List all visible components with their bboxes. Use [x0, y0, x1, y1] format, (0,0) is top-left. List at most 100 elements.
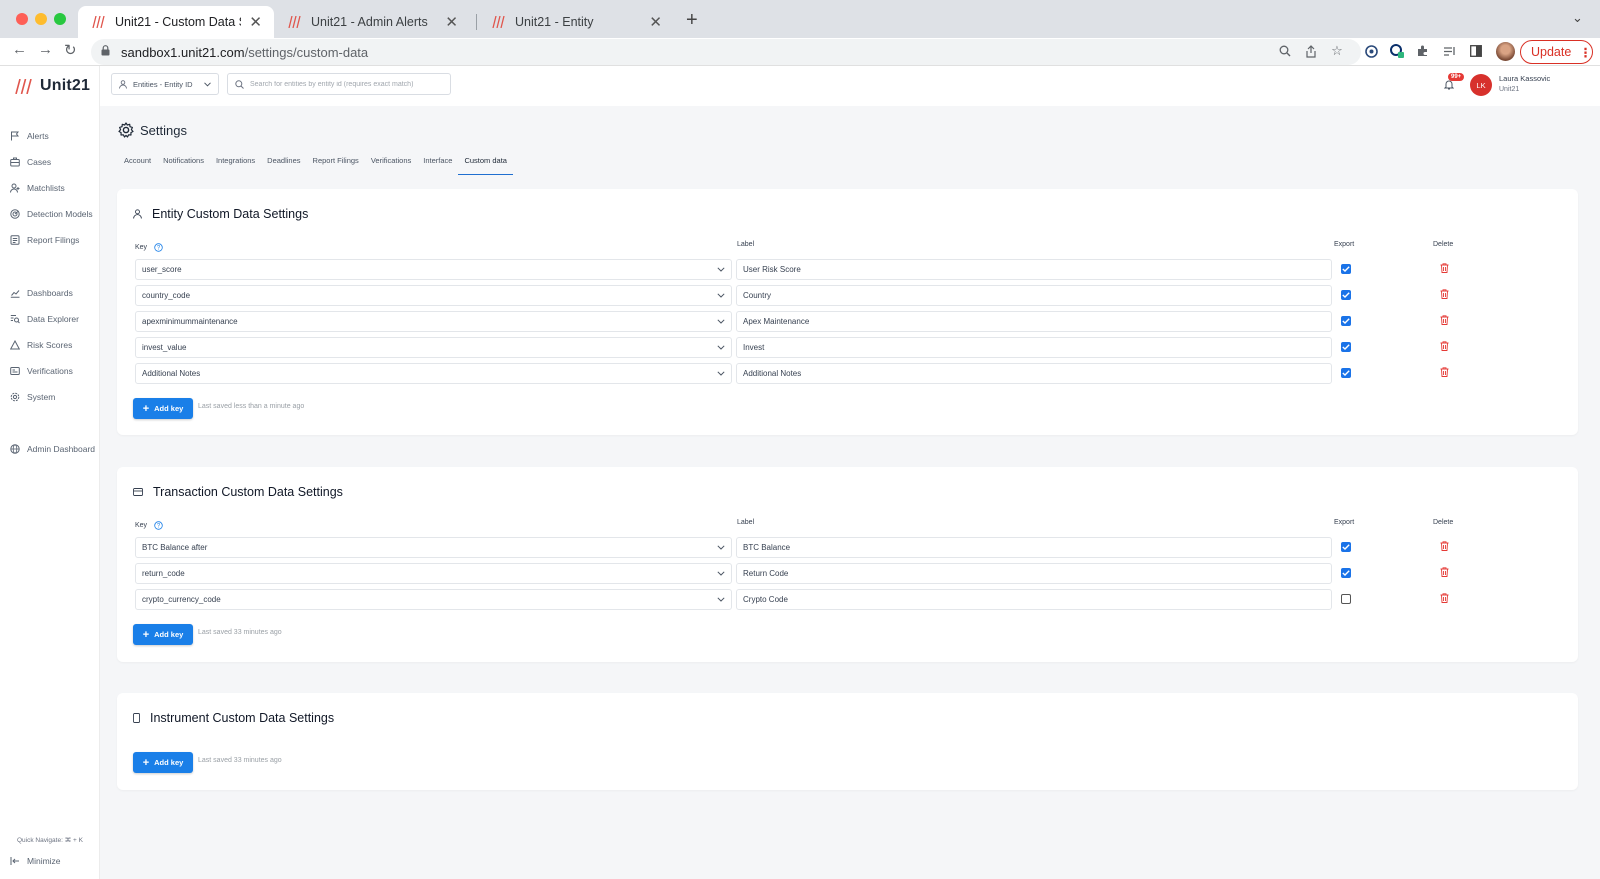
trash-icon[interactable]	[1440, 567, 1449, 577]
key-select[interactable]: Additional Notes	[135, 363, 732, 384]
sidebar-item-label: Admin Dashboard	[27, 444, 96, 454]
tab-integrations[interactable]: Integrations	[210, 155, 261, 175]
settings-tabs: Account Notifications Integrations Deadl…	[118, 155, 513, 175]
trash-icon[interactable]	[1440, 541, 1449, 551]
window-close-button[interactable]	[16, 13, 28, 25]
tab-report-filings[interactable]: Report Filings	[307, 155, 365, 175]
side-panel-icon[interactable]	[1468, 43, 1484, 59]
trash-icon[interactable]	[1440, 367, 1449, 377]
tab-search-chevron-icon[interactable]: ⌄	[1572, 10, 1583, 26]
user-avatar[interactable]: LK	[1470, 74, 1492, 96]
tab-interface[interactable]: Interface	[417, 155, 458, 175]
sidebar-item-verifications[interactable]: Verifications	[10, 366, 73, 376]
sidebar-item-admin-dashboard[interactable]: Admin Dashboard	[10, 444, 95, 454]
entity-search-input[interactable]	[250, 80, 440, 88]
label-input-value: Invest	[743, 343, 765, 352]
chevron-down-icon	[717, 267, 725, 272]
window-zoom-button[interactable]	[54, 13, 66, 25]
reading-list-icon[interactable]	[1441, 43, 1457, 59]
credit-card-icon	[133, 488, 143, 496]
export-checkbox[interactable]	[1341, 568, 1351, 578]
export-checkbox[interactable]	[1341, 264, 1351, 274]
label-input[interactable]: User Risk Score	[736, 259, 1332, 280]
add-key-button[interactable]: + Add key	[133, 752, 193, 773]
label-input[interactable]: Crypto Code	[736, 589, 1332, 610]
back-arrow-icon[interactable]: ←	[12, 41, 27, 58]
browser-tab-custom-data[interactable]: Unit21 - Custom Data Settings ✕	[78, 6, 274, 38]
label-input[interactable]: Invest	[736, 337, 1332, 358]
plus-icon: +	[142, 402, 150, 415]
entity-type-select[interactable]: Entities - Entity ID	[111, 73, 219, 95]
key-select[interactable]: BTC Balance after	[135, 537, 732, 558]
unit21-logo[interactable]: Unit21	[14, 77, 90, 95]
key-select[interactable]: crypto_currency_code	[135, 589, 732, 610]
tab-account[interactable]: Account	[118, 155, 157, 175]
export-checkbox[interactable]	[1341, 542, 1351, 552]
label-input[interactable]: Apex Maintenance	[736, 311, 1332, 332]
browser-tab-entity[interactable]: Unit21 - Entity ✕	[478, 6, 674, 38]
label-input[interactable]: Return Code	[736, 563, 1332, 584]
add-key-button[interactable]: + Add key	[133, 624, 193, 645]
label-input[interactable]: BTC Balance	[736, 537, 1332, 558]
key-select[interactable]: apexminimummaintenance	[135, 311, 732, 332]
share-icon[interactable]	[1303, 43, 1319, 59]
trash-icon[interactable]	[1440, 593, 1449, 603]
help-circle-icon[interactable]: ?	[154, 243, 163, 252]
extension-circle-icon[interactable]	[1389, 43, 1405, 59]
sidebar-item-cases[interactable]: Cases	[10, 157, 51, 167]
label-input-value: Apex Maintenance	[743, 317, 810, 326]
tab-notifications[interactable]: Notifications	[157, 155, 210, 175]
label-input[interactable]: Country	[736, 285, 1332, 306]
help-circle-icon[interactable]: ?	[154, 521, 163, 530]
sidebar-item-system[interactable]: System	[10, 392, 55, 402]
entity-search[interactable]	[227, 73, 451, 95]
window-minimize-button[interactable]	[35, 13, 47, 25]
minimize-sidebar-button[interactable]: Minimize	[10, 856, 61, 866]
add-key-button[interactable]: + Add key	[133, 398, 193, 419]
trash-icon[interactable]	[1440, 315, 1449, 325]
label-input[interactable]: Additional Notes	[736, 363, 1332, 384]
table-row: return_code Return Code	[135, 563, 1505, 584]
chevron-down-icon	[717, 293, 725, 298]
export-checkbox[interactable]	[1341, 290, 1351, 300]
trash-icon[interactable]	[1440, 263, 1449, 273]
unit21-favicon-icon	[286, 14, 302, 30]
sidebar-item-dashboards[interactable]: Dashboards	[10, 288, 73, 298]
sidebar-item-detection-models[interactable]: Detection Models	[10, 209, 93, 219]
export-checkbox[interactable]	[1341, 342, 1351, 352]
tab-custom-data[interactable]: Custom data	[458, 155, 513, 175]
sidebar-item-alerts[interactable]: Alerts	[10, 131, 49, 141]
export-checkbox[interactable]	[1341, 594, 1351, 604]
tab-verifications[interactable]: Verifications	[365, 155, 417, 175]
tab-close-icon[interactable]: ✕	[649, 13, 662, 31]
checkmark-icon	[1342, 266, 1350, 272]
browser-update-button[interactable]: Update ⋮	[1520, 40, 1593, 64]
export-checkbox[interactable]	[1341, 316, 1351, 326]
export-checkbox[interactable]	[1341, 368, 1351, 378]
extensions-puzzle-icon[interactable]	[1415, 43, 1431, 59]
trash-icon[interactable]	[1440, 341, 1449, 351]
key-select[interactable]: country_code	[135, 285, 732, 306]
tab-close-icon[interactable]: ✕	[445, 13, 458, 31]
key-select[interactable]: invest_value	[135, 337, 732, 358]
trash-icon[interactable]	[1440, 289, 1449, 299]
zoom-search-icon[interactable]	[1277, 43, 1293, 59]
browser-tab-admin-alerts[interactable]: Unit21 - Admin Alerts ✕	[274, 6, 470, 38]
forward-arrow-icon[interactable]: →	[38, 41, 53, 58]
browser-profile-avatar[interactable]	[1496, 42, 1515, 61]
sidebar-item-label: Verifications	[27, 366, 73, 376]
sidebar-item-report-filings[interactable]: Report Filings	[10, 235, 79, 245]
sidebar-item-matchlists[interactable]: Matchlists	[10, 183, 65, 193]
tab-close-icon[interactable]: ✕	[249, 13, 262, 31]
key-select[interactable]: user_score	[135, 259, 732, 280]
reload-icon[interactable]: ↻	[64, 41, 77, 59]
sidebar-item-risk-scores[interactable]: Risk Scores	[10, 340, 72, 350]
sidebar-item-data-explorer[interactable]: Data Explorer	[10, 314, 79, 324]
bookmark-star-icon[interactable]: ☆	[1329, 43, 1345, 59]
new-tab-plus-icon[interactable]: +	[686, 9, 698, 32]
address-bar[interactable]: sandbox1.unit21.com/settings/custom-data	[91, 39, 1361, 65]
tab-deadlines[interactable]: Deadlines	[261, 155, 306, 175]
app-root: Unit21 Alerts Cases Matchlists Detection…	[0, 66, 1600, 879]
extension-grammarly-icon[interactable]	[1363, 43, 1379, 59]
key-select[interactable]: return_code	[135, 563, 732, 584]
